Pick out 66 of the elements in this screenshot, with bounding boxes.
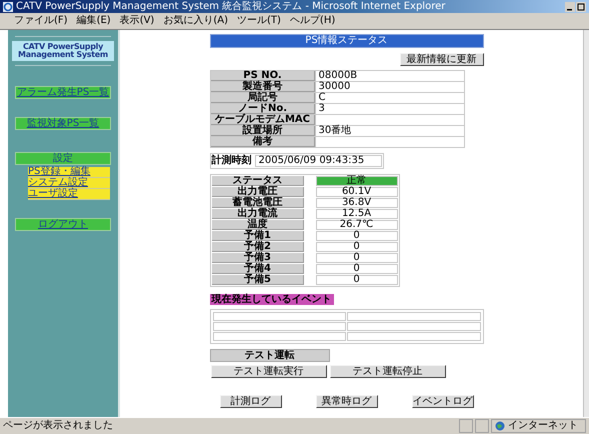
maximize-icon[interactable] — [576, 2, 586, 12]
reading-label: 出力電流 — [212, 209, 304, 219]
log-button[interactable]: 異常時ログ — [316, 395, 378, 408]
reading-value: 0 — [316, 253, 398, 263]
reading-label: 出力電圧 — [212, 187, 304, 197]
reading-label: 予備1 — [212, 231, 304, 241]
reading-value: 12.5A — [316, 209, 398, 219]
settings-link[interactable]: PS登録・編集 — [28, 167, 110, 178]
reading-value: 0 — [316, 275, 398, 285]
field-value: C — [316, 93, 464, 103]
reading-label: ステータス — [212, 176, 304, 186]
settings-link[interactable]: システム設定 — [28, 178, 110, 189]
status-message: ページが表示されました — [3, 420, 114, 432]
log-button[interactable]: 計測ログ — [220, 395, 282, 408]
field-value: 30000 — [316, 82, 464, 92]
field-label: 局記号 — [210, 93, 314, 103]
status-pane — [459, 419, 473, 433]
reading-value: 0 — [316, 264, 398, 274]
nav-link[interactable]: アラーム発生PS一覧 — [15, 86, 111, 99]
reading-label: 温度 — [212, 220, 304, 230]
field-label: ケーブルモデムMAC — [210, 115, 314, 125]
settings-link[interactable]: ユーザ設定 — [28, 189, 110, 200]
reading-value: 36.8V — [316, 198, 398, 208]
test-button[interactable]: テスト運転停止 — [330, 365, 446, 378]
events-title: 現在発生しているイベント — [210, 294, 334, 305]
reading-label: 予備3 — [212, 253, 304, 263]
globe-icon — [495, 421, 505, 431]
measured-label: 計測時刻 — [212, 156, 252, 166]
menu-item[interactable]: ツール(T) — [237, 15, 281, 27]
field-label: 設置場所 — [210, 126, 314, 136]
test-title: テスト運転 — [210, 349, 330, 362]
field-label: ノードNo. — [210, 104, 314, 114]
browser-icon — [3, 2, 13, 12]
measured-time: 2005/06/09 09:43:35 — [254, 155, 382, 167]
menu-item[interactable]: 編集(E) — [76, 15, 111, 27]
window-title: CATV PowerSupply Management System 統合監視システム - Microsoft Internet Explorer — [16, 0, 446, 12]
status-value: 正常 — [316, 176, 398, 186]
nav-link[interactable]: ログアウト — [15, 218, 111, 231]
reading-label: 予備2 — [212, 242, 304, 252]
field-value: 3 — [316, 104, 464, 114]
reading-label: 予備4 — [212, 264, 304, 274]
section-header: 設定 — [15, 152, 111, 165]
field-label: 備考 — [210, 137, 314, 147]
reading-value: 26.7℃ — [316, 220, 398, 230]
page-heading: PS情報ステータス — [210, 34, 484, 48]
zone-label: インターネット — [508, 420, 578, 432]
minimize-icon[interactable] — [565, 2, 575, 12]
log-button[interactable]: イベントログ — [412, 395, 474, 408]
menu-item[interactable]: ファイル(F) — [14, 15, 68, 27]
field-value: 08000B — [316, 71, 464, 81]
menu-item[interactable]: 表示(V) — [120, 15, 154, 27]
reading-value: 60.1V — [316, 187, 398, 197]
reading-value: 0 — [316, 231, 398, 241]
reading-label: 予備5 — [212, 275, 304, 285]
menu-item[interactable]: お気に入り(A) — [163, 15, 228, 27]
system-title: CATV PowerSupply Management System — [12, 41, 114, 61]
field-label: PS NO. — [210, 71, 314, 81]
field-value: 30番地 — [316, 126, 464, 136]
nav-link[interactable]: 監視対象PS一覧 — [15, 117, 111, 130]
menu-item[interactable]: ヘルプ(H) — [290, 15, 336, 27]
field-label: 製造番号 — [210, 82, 314, 92]
status-pane — [475, 419, 489, 433]
test-button[interactable]: テスト運転実行 — [210, 365, 326, 378]
refresh-button[interactable]: 最新情報に更新 — [400, 53, 484, 66]
reading-label: 蓄電池電圧 — [212, 198, 304, 208]
reading-value: 0 — [316, 242, 398, 252]
